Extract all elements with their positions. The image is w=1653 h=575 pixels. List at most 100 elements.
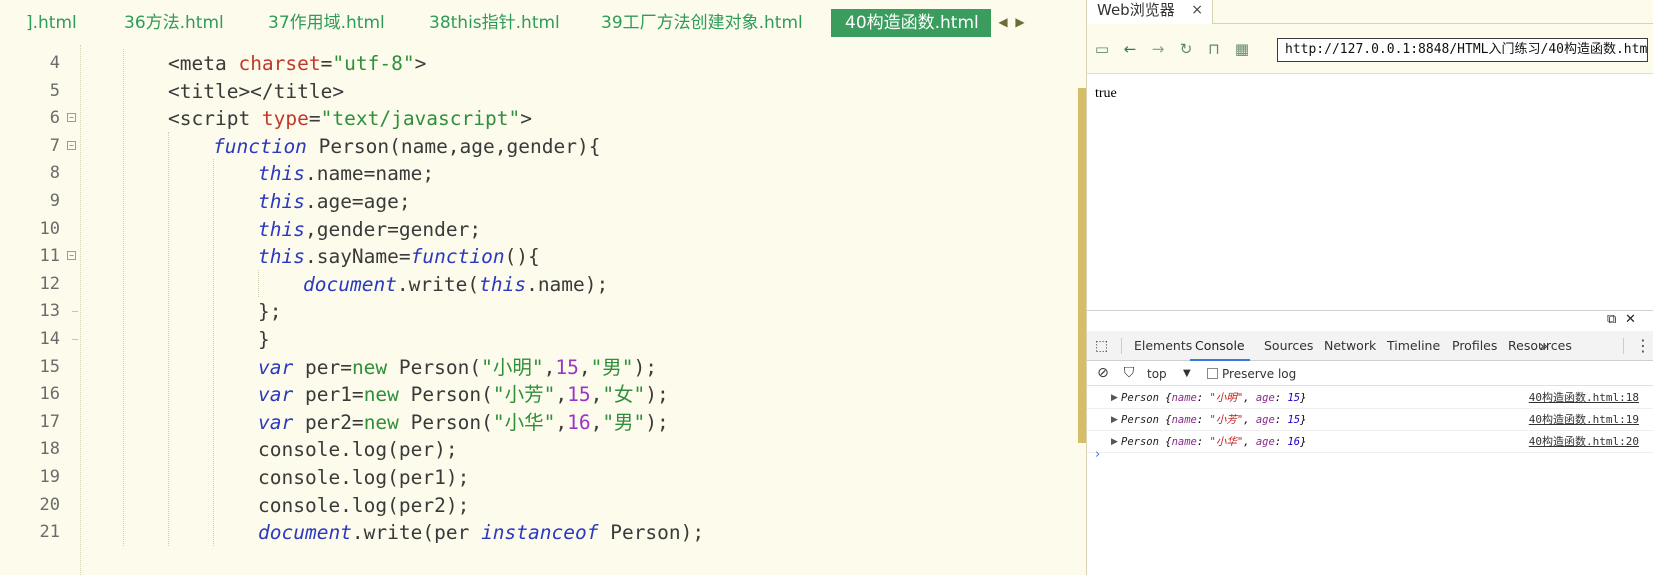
code-line[interactable]: document.write(per instanceof Person); (258, 518, 704, 547)
code-line[interactable]: <meta charset="utf-8"> (168, 49, 426, 78)
log-message: Person {name: "小华", age: 16} (1121, 431, 1306, 453)
console-toggle-icon[interactable]: ▭ (1093, 40, 1111, 58)
code-line[interactable]: this.sayName=function(){ (258, 242, 540, 271)
fold-toggle-icon[interactable]: − (67, 140, 76, 150)
code-token: , (590, 410, 603, 434)
tab-scroll-left-icon[interactable]: ◀ (996, 12, 1010, 32)
browser-tab-strip: Web浏览器 × (1087, 0, 1653, 24)
code-line[interactable]: <title></title> (168, 77, 344, 106)
code-editor[interactable]: ].html 36方法.html 37作用域.html 38this指针.htm… (0, 0, 1086, 575)
qr-code-icon[interactable]: ▦ (1233, 40, 1251, 58)
code-line[interactable]: var per1=new Person("小芳",15,"女"); (258, 380, 669, 409)
expand-arrow-icon[interactable]: ▶ (1111, 409, 1118, 431)
tab-36-methods[interactable]: 36方法.html (124, 9, 224, 37)
log-punct: , (1243, 414, 1256, 426)
log-punct: : (1274, 436, 1288, 448)
filter-icon[interactable]: ⛉ (1121, 365, 1137, 381)
close-devtools-icon[interactable]: ✕ (1625, 313, 1636, 327)
code-line[interactable]: console.log(per); (258, 435, 458, 464)
console-prompt[interactable]: › (1095, 447, 1100, 462)
console-log-row[interactable]: ▶ Person {name: "小华", age: 16} 40构造函数.html… (1087, 431, 1653, 453)
preserve-log-checkbox[interactable] (1207, 368, 1218, 379)
clear-console-icon[interactable]: ⊘ (1095, 365, 1111, 381)
log-age-value: 15 (1287, 414, 1301, 426)
tab-40-constructor[interactable]: 40构造函数.html (831, 9, 991, 37)
code-token: "女" (602, 383, 646, 407)
code-token: var (258, 410, 294, 434)
url-input[interactable]: http://127.0.0.1:8848/HTML入门练习/40构造函数.ht… (1277, 38, 1648, 62)
code-line[interactable]: var per2=new Person("小华",16,"男"); (258, 408, 669, 437)
back-icon[interactable]: ← (1121, 40, 1139, 58)
log-punct: } (1300, 436, 1307, 448)
tab-sources[interactable]: Sources (1259, 331, 1318, 361)
code-token: } (258, 328, 270, 351)
expand-arrow-icon[interactable]: ▶ (1111, 387, 1118, 409)
devtools-tab-bar: ⬚ Elements Console Sources Network Timel… (1087, 331, 1653, 361)
undock-icon[interactable]: ⧉ (1607, 313, 1616, 327)
code-line[interactable]: this.name=name; (258, 159, 434, 188)
lock-icon[interactable]: ⊓ (1205, 40, 1223, 58)
fold-toggle-icon[interactable]: − (67, 251, 76, 261)
code-line[interactable]: function Person(name,age,gender){ (213, 132, 600, 161)
tab-elements[interactable]: Elements (1129, 331, 1197, 361)
code-line[interactable]: console.log(per1); (258, 463, 469, 492)
tab-profiles[interactable]: Profiles (1447, 331, 1502, 361)
log-punct: , (1243, 392, 1256, 404)
forward-icon[interactable]: → (1149, 40, 1167, 58)
code-token: instanceof (481, 521, 599, 545)
log-source-link[interactable]: 40构造函数.html:19 (1529, 409, 1639, 431)
code-line[interactable]: this.age=age; (258, 187, 411, 216)
browser-tab[interactable]: Web浏览器 × (1087, 0, 1213, 24)
context-selector[interactable]: top (1147, 362, 1167, 386)
code-token: console.log(per); (258, 438, 458, 462)
tab-console[interactable]: Console (1190, 331, 1250, 361)
log-punct: : (1196, 436, 1210, 448)
log-message: Person {name: "小芳", age: 15} (1121, 409, 1306, 431)
close-icon[interactable]: × (1191, 0, 1203, 20)
inspect-element-icon[interactable]: ⬚ (1095, 338, 1111, 354)
code-token: function (410, 245, 505, 269)
refresh-icon[interactable]: ↻ (1177, 40, 1195, 58)
chevron-down-icon[interactable]: ▼ (1183, 362, 1191, 386)
code-line[interactable]: this,gender=gender; (258, 215, 481, 244)
log-punct: : (1196, 414, 1210, 426)
code-token: Person (306, 134, 390, 158)
devtools-window-bar: ⧉ ✕ (1087, 311, 1653, 331)
tab-37-scope[interactable]: 37作用域.html (268, 9, 385, 37)
expand-arrow-icon[interactable]: ▶ (1111, 431, 1118, 453)
tab-file-prev[interactable]: ].html (26, 9, 77, 37)
tab-timeline[interactable]: Timeline (1382, 331, 1445, 361)
code-line[interactable]: <script type="text/javascript"> (168, 104, 532, 133)
console-log-row[interactable]: ▶ Person {name: "小芳", age: 15} 40构造函数.html… (1087, 409, 1653, 431)
log-message: Person {name: "小明", age: 15} (1121, 387, 1306, 409)
code-line[interactable]: }; (258, 297, 281, 326)
devtools-menu-icon[interactable]: ⋮ (1635, 331, 1651, 361)
tab-network[interactable]: Network (1319, 331, 1381, 361)
log-punct: { (1158, 414, 1172, 426)
fold-toggle-icon[interactable]: − (67, 113, 76, 123)
log-key: name (1171, 414, 1197, 426)
code-line[interactable]: var per=new Person("小明",15,"男"); (258, 353, 657, 382)
line-number: 17 (39, 411, 60, 432)
log-punct: } (1300, 392, 1307, 404)
tab-39-factory-method[interactable]: 39工厂方法创建对象.html (601, 9, 803, 37)
code-line[interactable]: console.log(per2); (258, 491, 469, 520)
object-class: Person (1121, 436, 1159, 448)
editor-scrollbar[interactable] (1078, 88, 1086, 443)
tab-scroll-right-icon[interactable]: ▶ (1013, 12, 1027, 32)
tab-38-this-pointer[interactable]: 38this指针.html (429, 9, 560, 37)
code-line[interactable]: document.write(this.name); (303, 270, 608, 299)
code-token: this (258, 217, 305, 241)
code-token: (name,age,gender){ (389, 134, 601, 158)
line-number: 12 (39, 273, 60, 294)
more-tabs-icon[interactable]: » (1539, 331, 1548, 361)
line-number: 18 (39, 439, 60, 460)
log-source-link[interactable]: 40构造函数.html:20 (1529, 431, 1639, 453)
code-token: per1= (293, 383, 364, 407)
log-source-link[interactable]: 40构造函数.html:18 (1529, 387, 1639, 409)
code-line[interactable]: } (258, 325, 270, 354)
code-token: document (303, 272, 397, 296)
console-log-row[interactable]: ▶ Person {name: "小明", age: 15} 40构造函数.html… (1087, 387, 1653, 409)
line-number: 13 (39, 301, 60, 322)
code-token: this (258, 245, 305, 269)
